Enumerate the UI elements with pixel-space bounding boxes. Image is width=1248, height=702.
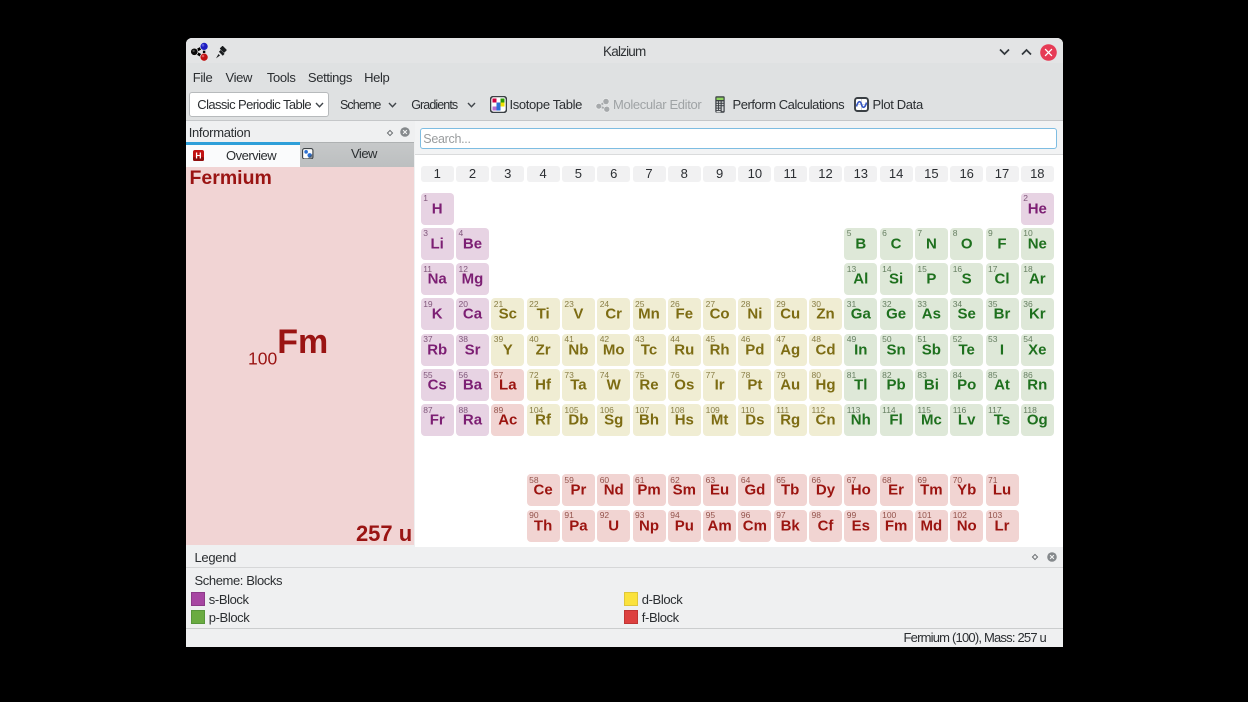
svg-text:H: H bbox=[195, 150, 201, 160]
